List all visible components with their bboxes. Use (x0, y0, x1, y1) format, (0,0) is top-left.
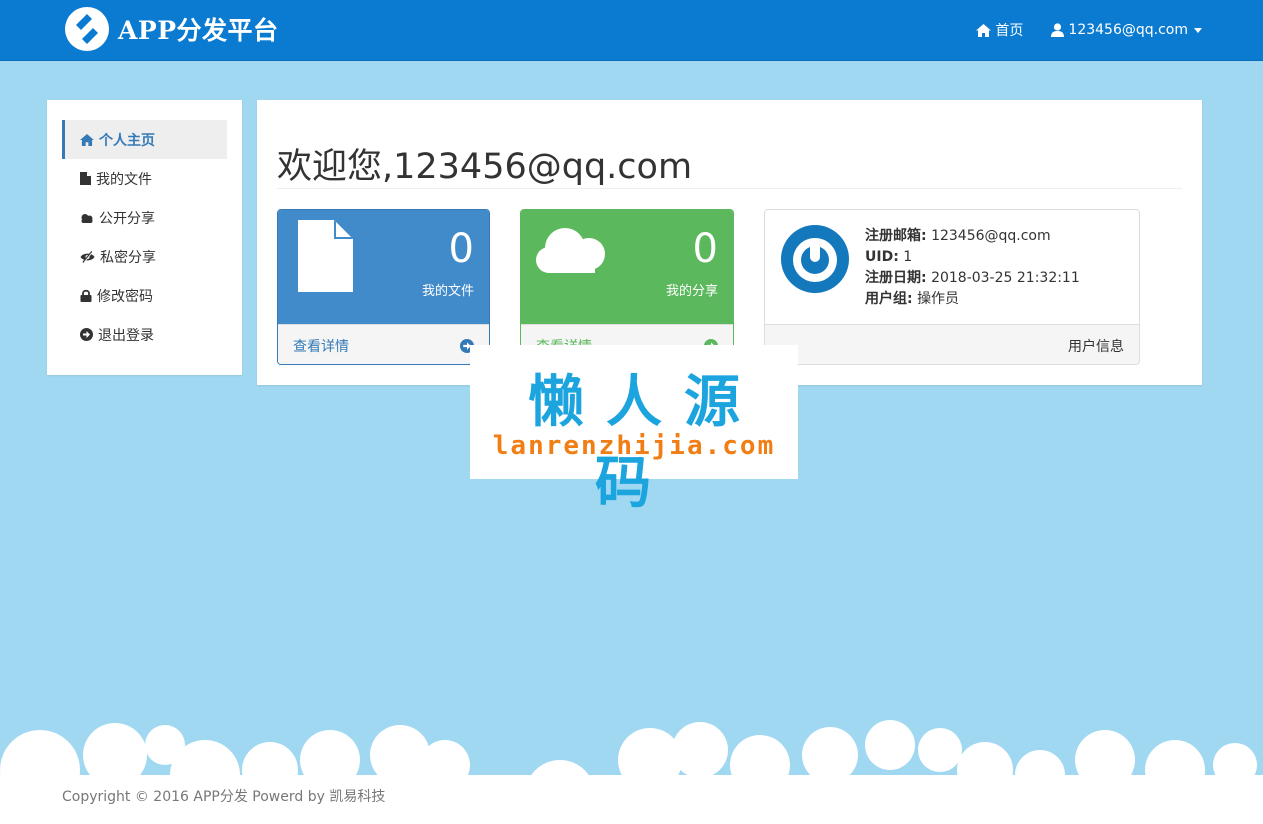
user-uid-row: UID: 1 (865, 247, 1080, 268)
shares-count: 0 (692, 226, 718, 272)
user-email-row: 注册邮箱: 123456@qq.com (865, 226, 1080, 247)
user-info-label: 用户信息 (1068, 338, 1124, 355)
title-divider (277, 188, 1182, 189)
files-label: 我的文件 (421, 284, 474, 299)
avatar (781, 225, 849, 293)
user-group-row: 用户组: 操作员 (865, 289, 1080, 310)
sidebar-item-label: 公开分享 (99, 210, 155, 227)
sidebar-item-my-files[interactable]: 我的文件 (62, 159, 227, 198)
file-icon (80, 172, 91, 185)
watermark: 懒人源码 lanrenzhijia.com (470, 345, 798, 516)
eye-slash-icon (80, 250, 95, 263)
group-label: 用户组: (865, 291, 913, 307)
files-count: 0 (448, 226, 474, 272)
date-value: 2018-03-25 21:32:11 (931, 270, 1080, 286)
view-details-label: 查看详情 (293, 338, 349, 355)
shares-label: 我的分享 (665, 284, 718, 299)
top-navbar: APP分发平台 首页 123456@qq.com (0, 0, 1263, 61)
user-date-row: 注册日期: 2018-03-25 21:32:11 (865, 268, 1080, 289)
group-value: 操作员 (917, 291, 960, 307)
sidebar-item-home[interactable]: 个人主页 (62, 120, 227, 159)
nav-home-link[interactable]: 首页 (976, 20, 1023, 40)
footer-copyright: Copyright © 2016 APP分发 Powerd by 凯易科技 (62, 789, 386, 805)
my-shares-card: 0 我的分享 查看详情 (520, 209, 734, 365)
date-label: 注册日期: (865, 270, 927, 286)
email-value: 123456@qq.com (931, 228, 1051, 244)
sidebar-item-logout[interactable]: 退出登录 (62, 315, 227, 354)
user-menu-label: 123456@qq.com (1068, 22, 1188, 38)
home-icon (80, 133, 94, 146)
home-icon (976, 23, 992, 37)
page-title: 欢迎您,123456@qq.com (277, 147, 693, 187)
cloud-icon (81, 213, 93, 223)
brand-logo-icon (65, 7, 109, 51)
sidebar-item-public-share[interactable]: 公开分享 (62, 198, 227, 237)
cloud-icon (536, 228, 605, 273)
user-menu-dropdown[interactable]: 123456@qq.com (1051, 22, 1202, 38)
watermark-url: lanrenzhijia.com (492, 431, 776, 461)
sidebar-item-label: 我的文件 (96, 171, 152, 188)
sidebar-item-private-share[interactable]: 私密分享 (62, 237, 227, 276)
my-files-card: 0 我的文件 查看详情 (277, 209, 490, 365)
caret-down-icon (1194, 27, 1202, 33)
files-view-details-link[interactable]: 查看详情 (278, 324, 489, 364)
sidebar: 个人主页 我的文件 公开分享 私密分享 修改密码 退出登录 (47, 100, 242, 375)
main-panel: 欢迎您,123456@qq.com 0 我的文件 查看详情 0 我的分享 注册邮… (257, 100, 1202, 385)
sidebar-item-label: 个人主页 (99, 132, 155, 149)
file-icon (298, 220, 353, 292)
brand[interactable]: APP分发平台 (64, 6, 279, 52)
lock-icon (80, 289, 92, 302)
uid-label: UID: (865, 249, 899, 265)
sidebar-item-change-password[interactable]: 修改密码 (62, 276, 227, 315)
sidebar-item-label: 修改密码 (97, 288, 153, 305)
sidebar-item-label: 退出登录 (98, 327, 154, 344)
user-icon (1051, 23, 1065, 37)
brand-title: APP分发平台 (118, 16, 279, 45)
email-label: 注册邮箱: (865, 228, 927, 244)
sidebar-item-label: 私密分享 (100, 249, 156, 266)
uid-value: 1 (903, 249, 913, 265)
user-info-card: 注册邮箱: 123456@qq.com UID: 1 注册日期: 2018-03… (764, 209, 1140, 365)
nav-home-label: 首页 (995, 23, 1024, 39)
user-info-footer: 用户信息 (765, 324, 1139, 364)
arrow-circle-right-icon (80, 328, 93, 341)
